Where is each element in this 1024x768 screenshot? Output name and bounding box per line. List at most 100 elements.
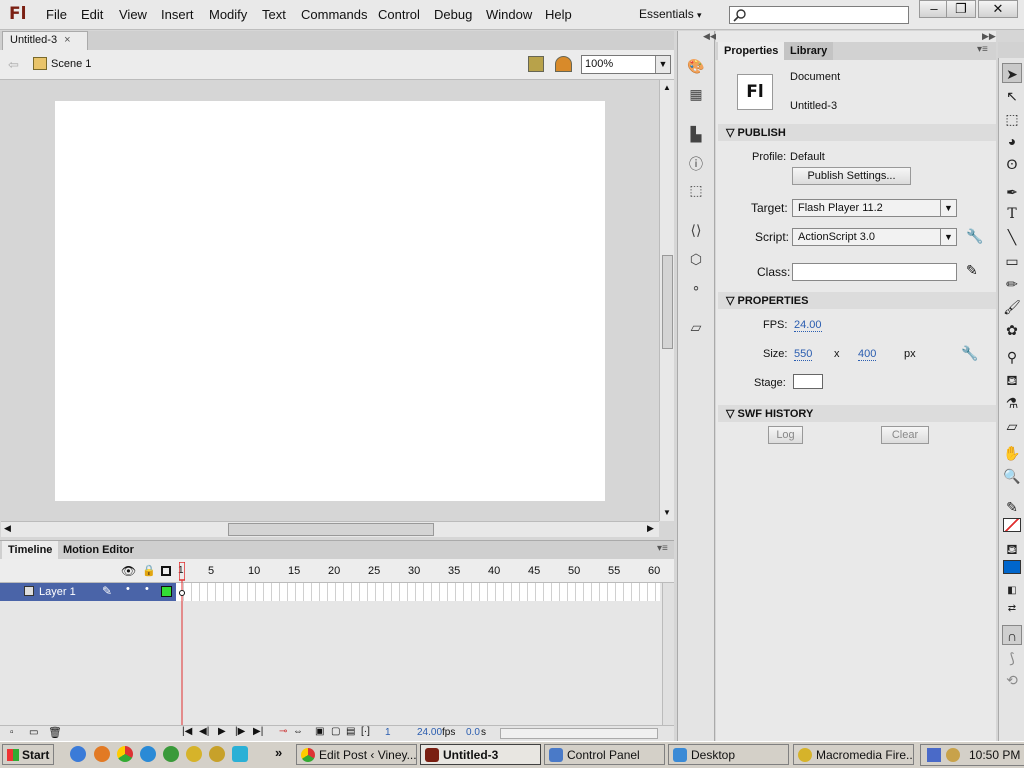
- outline-icon[interactable]: [161, 566, 171, 576]
- loop-icon[interactable]: ⊸: [279, 726, 287, 737]
- panel-menu-icon[interactable]: ▾≡: [977, 44, 988, 55]
- publish-settings-button[interactable]: Publish Settings...: [792, 167, 911, 185]
- free-transform-tool-icon[interactable]: ⬚: [1002, 109, 1022, 129]
- 3d-rotation-tool-icon[interactable]: ◕: [1002, 131, 1022, 151]
- stroke-color-swatch[interactable]: [1003, 518, 1021, 532]
- visibility-dot-icon[interactable]: •: [126, 583, 130, 595]
- clear-button[interactable]: Clear: [881, 426, 929, 444]
- playhead[interactable]: [179, 562, 185, 725]
- stage-canvas[interactable]: [55, 101, 605, 501]
- tab-timeline[interactable]: Timeline: [2, 541, 59, 559]
- layer-row[interactable]: Layer 1 ✎ • •: [0, 583, 176, 601]
- selection-tool-icon[interactable]: ➤: [1002, 63, 1022, 83]
- chrome-quicklaunch-icon[interactable]: [117, 746, 133, 762]
- workspace-switcher[interactable]: Essentials ▾: [639, 7, 702, 21]
- quicklaunch-overflow-icon[interactable]: »: [275, 745, 282, 760]
- fill-color-bucket-icon[interactable]: ⛾: [1002, 539, 1022, 559]
- motion-presets-icon[interactable]: ∘: [686, 279, 706, 297]
- app-quicklaunch-icon[interactable]: [163, 746, 179, 762]
- menu-edit[interactable]: Edit: [81, 7, 103, 22]
- close-tab-icon[interactable]: ×: [64, 34, 70, 46]
- edit-scene-icon[interactable]: [528, 56, 544, 72]
- play-icon[interactable]: ▶: [218, 726, 226, 737]
- new-folder-icon[interactable]: ▭: [29, 727, 38, 738]
- new-layer-icon[interactable]: ▫: [10, 727, 14, 738]
- edit-symbols-icon[interactable]: [555, 56, 572, 72]
- step-back-icon[interactable]: ◀|: [199, 726, 209, 737]
- network-icon[interactable]: [927, 748, 941, 762]
- scroll-down-icon[interactable]: ▼: [663, 508, 671, 517]
- tab-library[interactable]: Library: [784, 42, 834, 60]
- app-quicklaunch-icon[interactable]: [186, 746, 202, 762]
- fill-color-swatch[interactable]: [1003, 560, 1021, 574]
- fps-value[interactable]: 24.00: [794, 319, 822, 332]
- taskbar-item-control-panel[interactable]: Control Panel: [544, 744, 665, 765]
- paint-bucket-tool-icon[interactable]: ⛾: [1002, 370, 1022, 390]
- onion-markers-icon[interactable]: [·]: [361, 726, 370, 737]
- swatches-icon[interactable]: ▦: [686, 86, 706, 104]
- code-snippets-icon[interactable]: ⟨⟩: [686, 222, 706, 240]
- swap-colors-icon[interactable]: ⇄: [1002, 599, 1022, 619]
- tray-app-icon[interactable]: [946, 748, 960, 762]
- ie9-quicklaunch-icon[interactable]: [140, 746, 156, 762]
- center-frame-icon[interactable]: ⇔: [293, 726, 303, 737]
- smooth-icon[interactable]: ⟆: [1002, 648, 1022, 668]
- panel-menu-icon[interactable]: ▾≡: [657, 543, 668, 554]
- expand-arrow-icon[interactable]: ▶▶: [982, 31, 996, 42]
- stage-vertical-scrollbar[interactable]: ▲ ▼: [659, 80, 674, 521]
- eraser-tool-icon[interactable]: ▱: [1002, 416, 1022, 436]
- line-tool-icon[interactable]: ╲: [1002, 227, 1022, 247]
- onion-outline-icon[interactable]: ▢: [331, 726, 340, 737]
- taskbar-item-desktop[interactable]: Desktop: [668, 744, 789, 765]
- info-icon[interactable]: ⓘ: [686, 154, 706, 172]
- horizontal-scroll-thumb[interactable]: [228, 523, 434, 536]
- wrench-icon[interactable]: 🔧: [966, 228, 983, 245]
- menu-file[interactable]: File: [46, 7, 67, 22]
- eyedropper-tool-icon[interactable]: ⚗: [1002, 393, 1022, 413]
- minimize-button[interactable]: –: [919, 0, 949, 18]
- project-icon[interactable]: ▱: [686, 319, 706, 337]
- taskbar-item-chrome[interactable]: Edit Post ‹ Viney...: [296, 744, 417, 765]
- deco-tool-icon[interactable]: ✿: [1002, 320, 1022, 340]
- step-forward-icon[interactable]: |▶: [235, 726, 245, 737]
- stage-height[interactable]: 400: [858, 348, 877, 361]
- menu-window[interactable]: Window: [486, 7, 532, 22]
- current-frame[interactable]: 1: [385, 727, 391, 738]
- pen-tool-icon[interactable]: ✒: [1002, 182, 1022, 202]
- frame-ruler[interactable]: 1 5 10 15 20 25 30 35 40 45 50 55 60: [176, 559, 660, 583]
- script-dropdown[interactable]: ActionScript 3.0 ▼: [792, 228, 957, 246]
- first-frame-icon[interactable]: |◀: [182, 726, 192, 737]
- lock-icon[interactable]: 🔒: [142, 564, 156, 577]
- app-quicklaunch-icon[interactable]: [209, 746, 225, 762]
- text-tool-icon[interactable]: T: [1002, 204, 1022, 224]
- stage-width[interactable]: 550: [794, 348, 813, 361]
- class-input[interactable]: [792, 263, 957, 281]
- vertical-scroll-thumb[interactable]: [662, 255, 673, 349]
- taskbar-item-fireworks[interactable]: Macromedia Fire...: [793, 744, 914, 765]
- scroll-right-icon[interactable]: ▶: [647, 523, 654, 534]
- menu-insert[interactable]: Insert: [161, 7, 194, 22]
- tab-properties[interactable]: Properties: [718, 42, 785, 60]
- timeline-vertical-scrollbar[interactable]: [662, 583, 674, 725]
- firefox-quicklaunch-icon[interactable]: [94, 746, 110, 762]
- start-button[interactable]: Start: [2, 744, 54, 765]
- document-tab[interactable]: Untitled-3 ×: [2, 31, 88, 50]
- zoom-tool-icon[interactable]: 🔍: [1002, 466, 1022, 486]
- lock-dot-icon[interactable]: •: [145, 583, 149, 595]
- outline-color-icon[interactable]: [161, 586, 172, 597]
- black-white-icon[interactable]: ◧: [1002, 581, 1022, 601]
- restore-button[interactable]: ❐: [946, 0, 976, 18]
- app-quicklaunch-icon[interactable]: [232, 746, 248, 762]
- components-icon[interactable]: ⬡: [686, 251, 706, 269]
- lasso-tool-icon[interactable]: ʘ: [1002, 154, 1022, 174]
- menu-control[interactable]: Control: [378, 7, 420, 22]
- hand-tool-icon[interactable]: ✋: [1002, 443, 1022, 463]
- keyframe-icon[interactable]: [179, 590, 185, 596]
- frame-rate[interactable]: 24.00: [417, 727, 442, 738]
- section-properties[interactable]: ▽ PROPERTIES: [718, 292, 996, 309]
- edit-class-pencil-icon[interactable]: ✎: [966, 262, 978, 279]
- stage-color-swatch[interactable]: [793, 374, 823, 389]
- layer-frames[interactable]: [176, 583, 660, 601]
- onion-skin-icon[interactable]: ▣: [315, 726, 324, 737]
- target-dropdown[interactable]: Flash Player 11.2 ▼: [792, 199, 957, 217]
